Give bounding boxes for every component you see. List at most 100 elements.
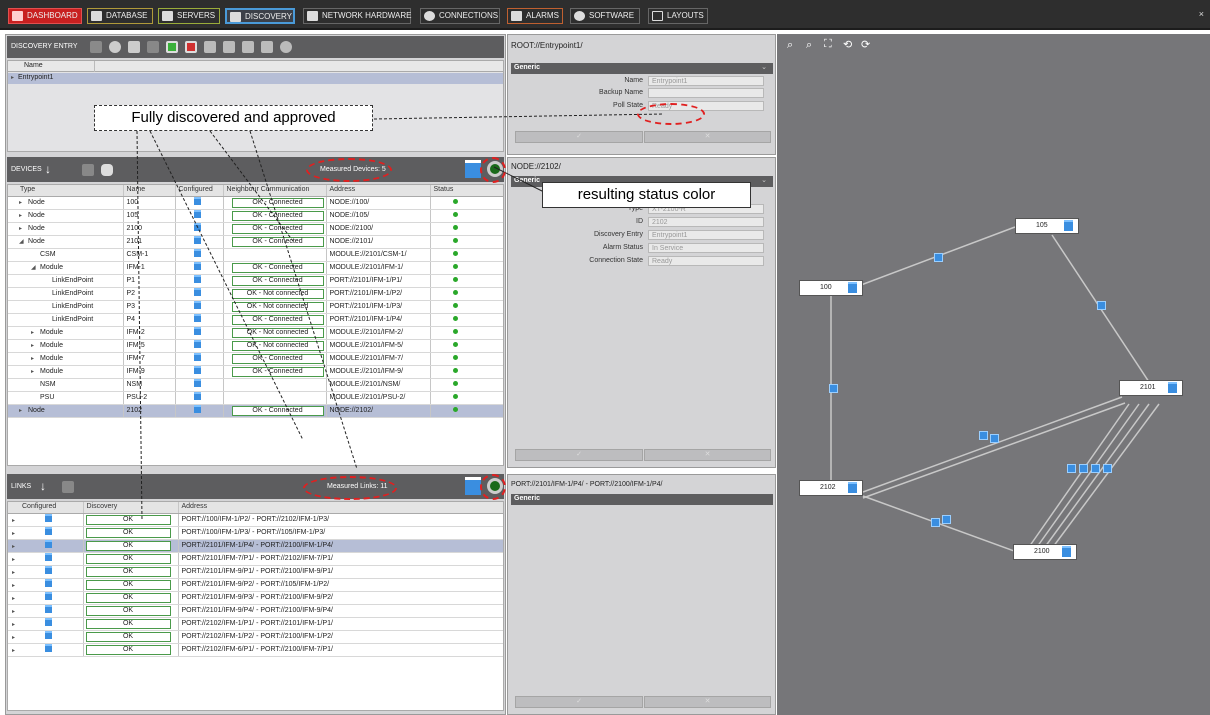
link-icon[interactable] xyxy=(147,41,159,53)
link-row[interactable]: ▸ OK PORT://2101/IFM-9/P3/ - PORT://2100/I… xyxy=(8,591,503,605)
link-marker[interactable] xyxy=(934,253,943,262)
refresh-icon[interactable] xyxy=(280,41,292,53)
property-value[interactable]: Entrypoint1 xyxy=(648,76,764,86)
expand-icon[interactable]: ▸ xyxy=(12,544,15,550)
add-entry-icon[interactable] xyxy=(90,41,102,53)
configured-icon[interactable] xyxy=(193,196,201,205)
generic-section-header[interactable]: Generic xyxy=(511,494,773,505)
expand-icon[interactable]: ▸ xyxy=(11,74,14,81)
link-marker[interactable] xyxy=(1097,301,1106,310)
configured-icon[interactable] xyxy=(45,604,53,613)
configured-icon[interactable] xyxy=(45,617,53,626)
link-row[interactable]: ▸ OK PORT://100/IFM-1/P2/ - PORT://2102/IF… xyxy=(8,513,503,527)
network-node-105[interactable]: 105 xyxy=(1015,218,1079,234)
discover-icon[interactable] xyxy=(109,41,121,53)
configured-icon[interactable] xyxy=(193,300,201,309)
column-configured[interactable]: Configured xyxy=(175,185,224,197)
expand-icon[interactable]: ◢ xyxy=(31,263,36,273)
expand-icon[interactable]: ▸ xyxy=(12,635,15,641)
cancel-button[interactable]: ✕ xyxy=(644,449,771,461)
column-configured[interactable]: Configured xyxy=(8,502,84,514)
configured-icon[interactable] xyxy=(45,643,53,652)
link-row[interactable]: ▸ OK PORT://2101/IFM-9/P4/ - PORT://2100/I… xyxy=(8,604,503,618)
list-view-icon[interactable] xyxy=(465,160,481,178)
configured-icon[interactable] xyxy=(193,378,201,387)
device-row[interactable]: LinkEndPoint P1 OK - Connected PORT://2101/… xyxy=(8,274,503,288)
cancel-button[interactable]: ✕ xyxy=(644,696,771,708)
configured-icon[interactable] xyxy=(45,565,53,574)
configured-icon[interactable] xyxy=(45,578,53,587)
link-row[interactable]: ▸ OK PORT://2102/IFM-6/P1/ - PORT://2100/I… xyxy=(8,643,503,657)
configured-icon[interactable] xyxy=(45,630,53,639)
download-icon[interactable]: ↓ xyxy=(40,480,52,493)
reject-icon[interactable] xyxy=(185,41,197,53)
device-row[interactable]: LinkEndPoint P2 OK - Not connected PORT://2… xyxy=(8,287,503,301)
configured-icon[interactable] xyxy=(193,326,201,335)
import-icon[interactable] xyxy=(204,41,216,53)
configured-icon[interactable] xyxy=(193,339,201,348)
delete-entry-icon[interactable] xyxy=(128,41,140,53)
link-row[interactable]: ▸ OK PORT://2102/IFM-1/P1/ - PORT://2101/I… xyxy=(8,617,503,631)
device-row[interactable]: ▸ Module IFM-7 OK - Connected MODULE://2101/… xyxy=(8,352,503,366)
device-row[interactable]: CSM CSM-1 MODULE://2101/CSM-1/ xyxy=(8,248,503,262)
configured-icon[interactable] xyxy=(193,352,201,361)
expand-icon[interactable]: ▸ xyxy=(12,518,15,524)
device-row[interactable]: NSM NSM MODULE://2101/NSM/ xyxy=(8,378,503,392)
device-row[interactable]: ◢ Module IFM-1 OK - Connected MODULE://2101/… xyxy=(8,261,503,275)
network-node-100[interactable]: 100 xyxy=(799,280,863,296)
network-node-2100[interactable]: 2100 xyxy=(1013,544,1077,560)
link-marker[interactable] xyxy=(829,384,838,393)
device-row[interactable]: ▸ Module IFM-2 OK - Not connected MODULE://2… xyxy=(8,326,503,340)
configured-icon[interactable] xyxy=(193,365,201,374)
expand-icon[interactable]: ▸ xyxy=(12,557,15,563)
link-marker[interactable] xyxy=(1091,464,1100,473)
device-row[interactable]: PSU PSU-2 MODULE://2101/PSU-2/ xyxy=(8,391,503,405)
configured-icon[interactable] xyxy=(193,287,201,296)
expand-icon[interactable]: ▸ xyxy=(19,224,22,234)
delete-link-icon[interactable] xyxy=(62,481,74,493)
column-neighbour-communication[interactable]: Neighbour Communication xyxy=(223,185,327,197)
configured-icon[interactable] xyxy=(45,552,53,561)
column-address[interactable]: Address xyxy=(178,502,503,514)
expand-icon[interactable]: ▸ xyxy=(31,367,34,377)
expand-icon[interactable]: ▸ xyxy=(12,596,15,602)
configured-icon[interactable] xyxy=(193,209,201,218)
expand-icon[interactable]: ▸ xyxy=(31,354,34,364)
cancel-button[interactable]: ✕ xyxy=(644,131,771,143)
configured-icon[interactable] xyxy=(193,404,201,413)
link-marker[interactable] xyxy=(1103,464,1112,473)
configured-icon[interactable] xyxy=(45,591,53,600)
name-column-header[interactable]: Name xyxy=(8,61,503,72)
configured-icon[interactable] xyxy=(193,274,201,283)
link-row[interactable]: ▸ OK PORT://2102/IFM-1/P2/ - PORT://2100/I… xyxy=(8,630,503,644)
link-marker[interactable] xyxy=(1067,464,1076,473)
expand-icon[interactable]: ▸ xyxy=(19,198,22,208)
tab-layouts[interactable]: LAYOUTS xyxy=(648,8,708,24)
device-row[interactable]: ▸ Node 105 OK - Connected NODE://105/ xyxy=(8,209,503,223)
property-value[interactable]: 2102 xyxy=(648,217,764,227)
expand-icon[interactable]: ▸ xyxy=(19,211,22,221)
configured-icon[interactable] xyxy=(193,313,201,322)
export-icon[interactable] xyxy=(223,41,235,53)
list-view-icon[interactable] xyxy=(465,477,481,495)
link-marker[interactable] xyxy=(979,431,988,440)
device-row[interactable]: ▸ Node 2100 OK - Connected NODE://2100/ xyxy=(8,222,503,236)
link-row[interactable]: ▸ OK PORT://2101/IFM-7/P1/ - PORT://2102/I… xyxy=(8,552,503,566)
tab-network-hardware[interactable]: NETWORK HARDWARE xyxy=(303,8,411,24)
approve-icon[interactable] xyxy=(166,41,178,53)
link-row[interactable]: ▸ OK PORT://2101/IFM-1/P4/ - PORT://2100/I… xyxy=(8,539,503,553)
column-type[interactable]: Type xyxy=(8,185,124,197)
configured-icon[interactable] xyxy=(193,222,201,231)
configured-icon[interactable] xyxy=(45,526,53,535)
apply-button[interactable]: ✓ xyxy=(515,449,643,461)
close-icon[interactable]: × xyxy=(1199,9,1204,19)
download-icon[interactable]: ↓ xyxy=(45,163,57,176)
tab-dashboard[interactable]: DASHBOARD xyxy=(8,8,82,24)
delete-device-icon[interactable] xyxy=(82,164,94,176)
expand-icon[interactable]: ▸ xyxy=(31,341,34,351)
expand-icon[interactable]: ◢ xyxy=(19,237,24,247)
device-row[interactable]: ▸ Node 2102 OK - Connected NODE://2102/ xyxy=(8,404,503,418)
configured-icon[interactable] xyxy=(193,391,201,400)
binoculars-icon[interactable] xyxy=(101,164,113,176)
column-status[interactable]: Status xyxy=(430,185,503,197)
